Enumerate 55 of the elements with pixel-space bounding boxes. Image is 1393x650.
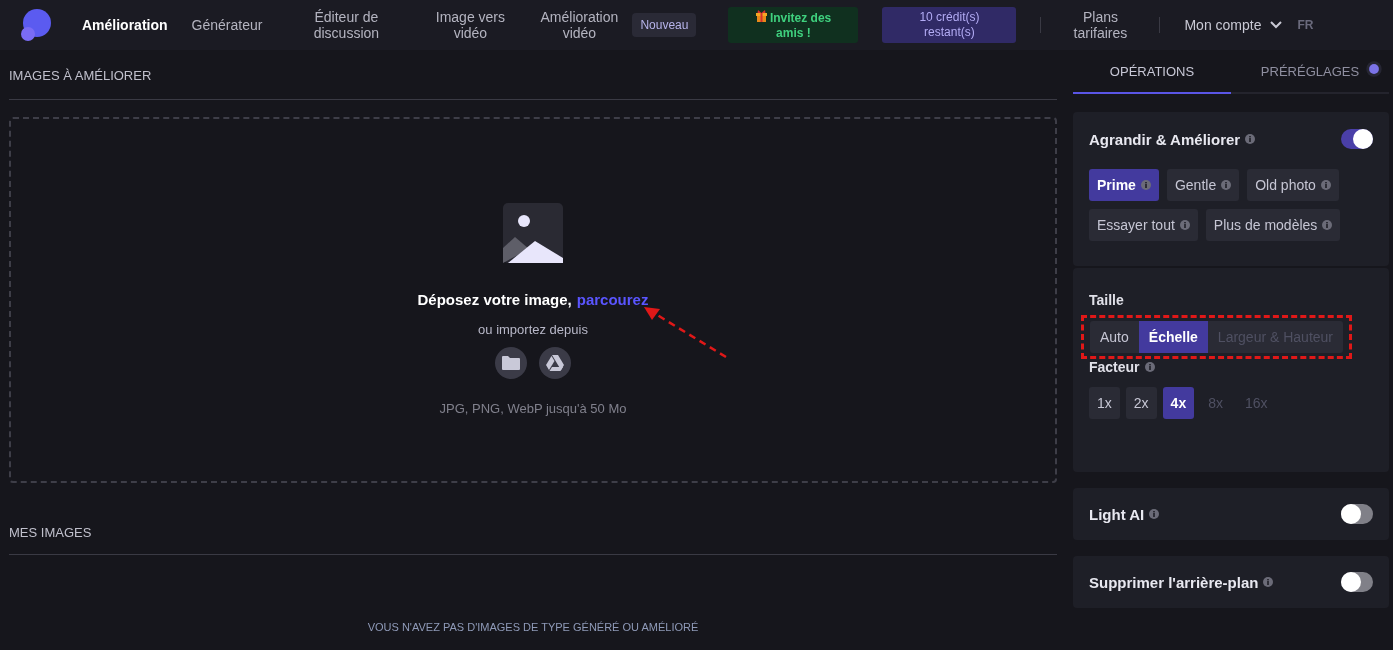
folder-button[interactable]: [495, 347, 527, 379]
empty-message: VOUS N'AVEZ PAS D'IMAGES DE TYPE GÉNÉRÉ OU AMÉLIORÉ: [366, 621, 700, 633]
nav-link[interactable]: Amélioration vidéo: [534, 9, 625, 41]
info-icon: [1263, 577, 1274, 587]
factor-option[interactable]: 4x: [1162, 387, 1195, 419]
new-badge: Nouveau: [632, 13, 697, 37]
invite-button[interactable]: Invitez des amis !: [728, 7, 859, 43]
size-option[interactable]: Auto: [1090, 321, 1139, 353]
card-title: Agrandir & Améliorer: [1089, 130, 1241, 148]
toggle-switch[interactable]: [1341, 572, 1373, 592]
info-icon: [1144, 362, 1155, 372]
chevron-down-icon: [1269, 21, 1282, 29]
gift-icon: [755, 9, 767, 22]
toggle-switch[interactable]: [1341, 129, 1373, 149]
size-option[interactable]: Échelle: [1138, 321, 1208, 353]
image-icon: [503, 203, 563, 263]
model-chip[interactable]: Gentle: [1166, 169, 1240, 201]
factor-option[interactable]: 1x: [1089, 387, 1120, 419]
info-icon: [1179, 220, 1190, 230]
field-label: Taille: [1089, 292, 1125, 308]
card-title: Light AI: [1089, 505, 1145, 523]
info-icon: [1140, 180, 1151, 190]
info-icon: [1320, 180, 1331, 190]
nav-link[interactable]: Générateur: [191, 17, 263, 33]
info-icon: [1221, 180, 1232, 190]
nav-link[interactable]: Image vers vidéo: [430, 9, 511, 41]
nav-link[interactable]: Amélioration: [82, 17, 168, 33]
account-menu[interactable]: Mon compte: [1184, 17, 1282, 33]
info-icon: [1245, 134, 1256, 144]
info-icon: [1149, 509, 1160, 519]
nav-link[interactable]: Plans tarifaires: [1065, 9, 1136, 41]
section-title: IMAGES À AMÉLIORER: [9, 67, 153, 85]
toggle-switch[interactable]: [1341, 504, 1373, 524]
info-icon: [1322, 220, 1333, 230]
card-title: Supprimer l'arrière-plan: [1089, 573, 1259, 591]
triangle-icon: [546, 355, 564, 371]
browse-link[interactable]: parcourez: [576, 291, 649, 308]
folder-icon: [502, 356, 520, 370]
formats-note: JPG, PNG, WebP jusqu'à 50 Mo: [439, 401, 627, 416]
drive-button[interactable]: [539, 347, 571, 379]
model-chip[interactable]: Essayer tout: [1089, 209, 1198, 241]
drop-zone[interactable]: Déposez votre image, parcourez ou importez depuis JPG, PNG, WebP jusqu'à 50 Mo: [9, 117, 1057, 483]
model-chip[interactable]: Old photo: [1247, 169, 1339, 201]
nav-link[interactable]: Éditeur de discussion: [296, 9, 397, 41]
upload-heading: Déposez votre image,: [417, 291, 572, 308]
import-label: ou importez depuis: [478, 322, 588, 337]
tab[interactable]: PRÉRÉGLAGES: [1231, 50, 1389, 94]
model-chip[interactable]: Plus de modèles: [1205, 209, 1341, 241]
factor-option[interactable]: 2x: [1125, 387, 1157, 419]
section-title: MES IMAGES: [9, 524, 93, 542]
field-label: Facteur: [1089, 359, 1140, 375]
credits-button[interactable]: 10 crédit(s) restant(s): [882, 7, 1017, 43]
logo-icon: [20, 8, 52, 42]
tab[interactable]: OPÉRATIONS: [1073, 50, 1231, 94]
model-chip[interactable]: Prime: [1089, 169, 1159, 201]
